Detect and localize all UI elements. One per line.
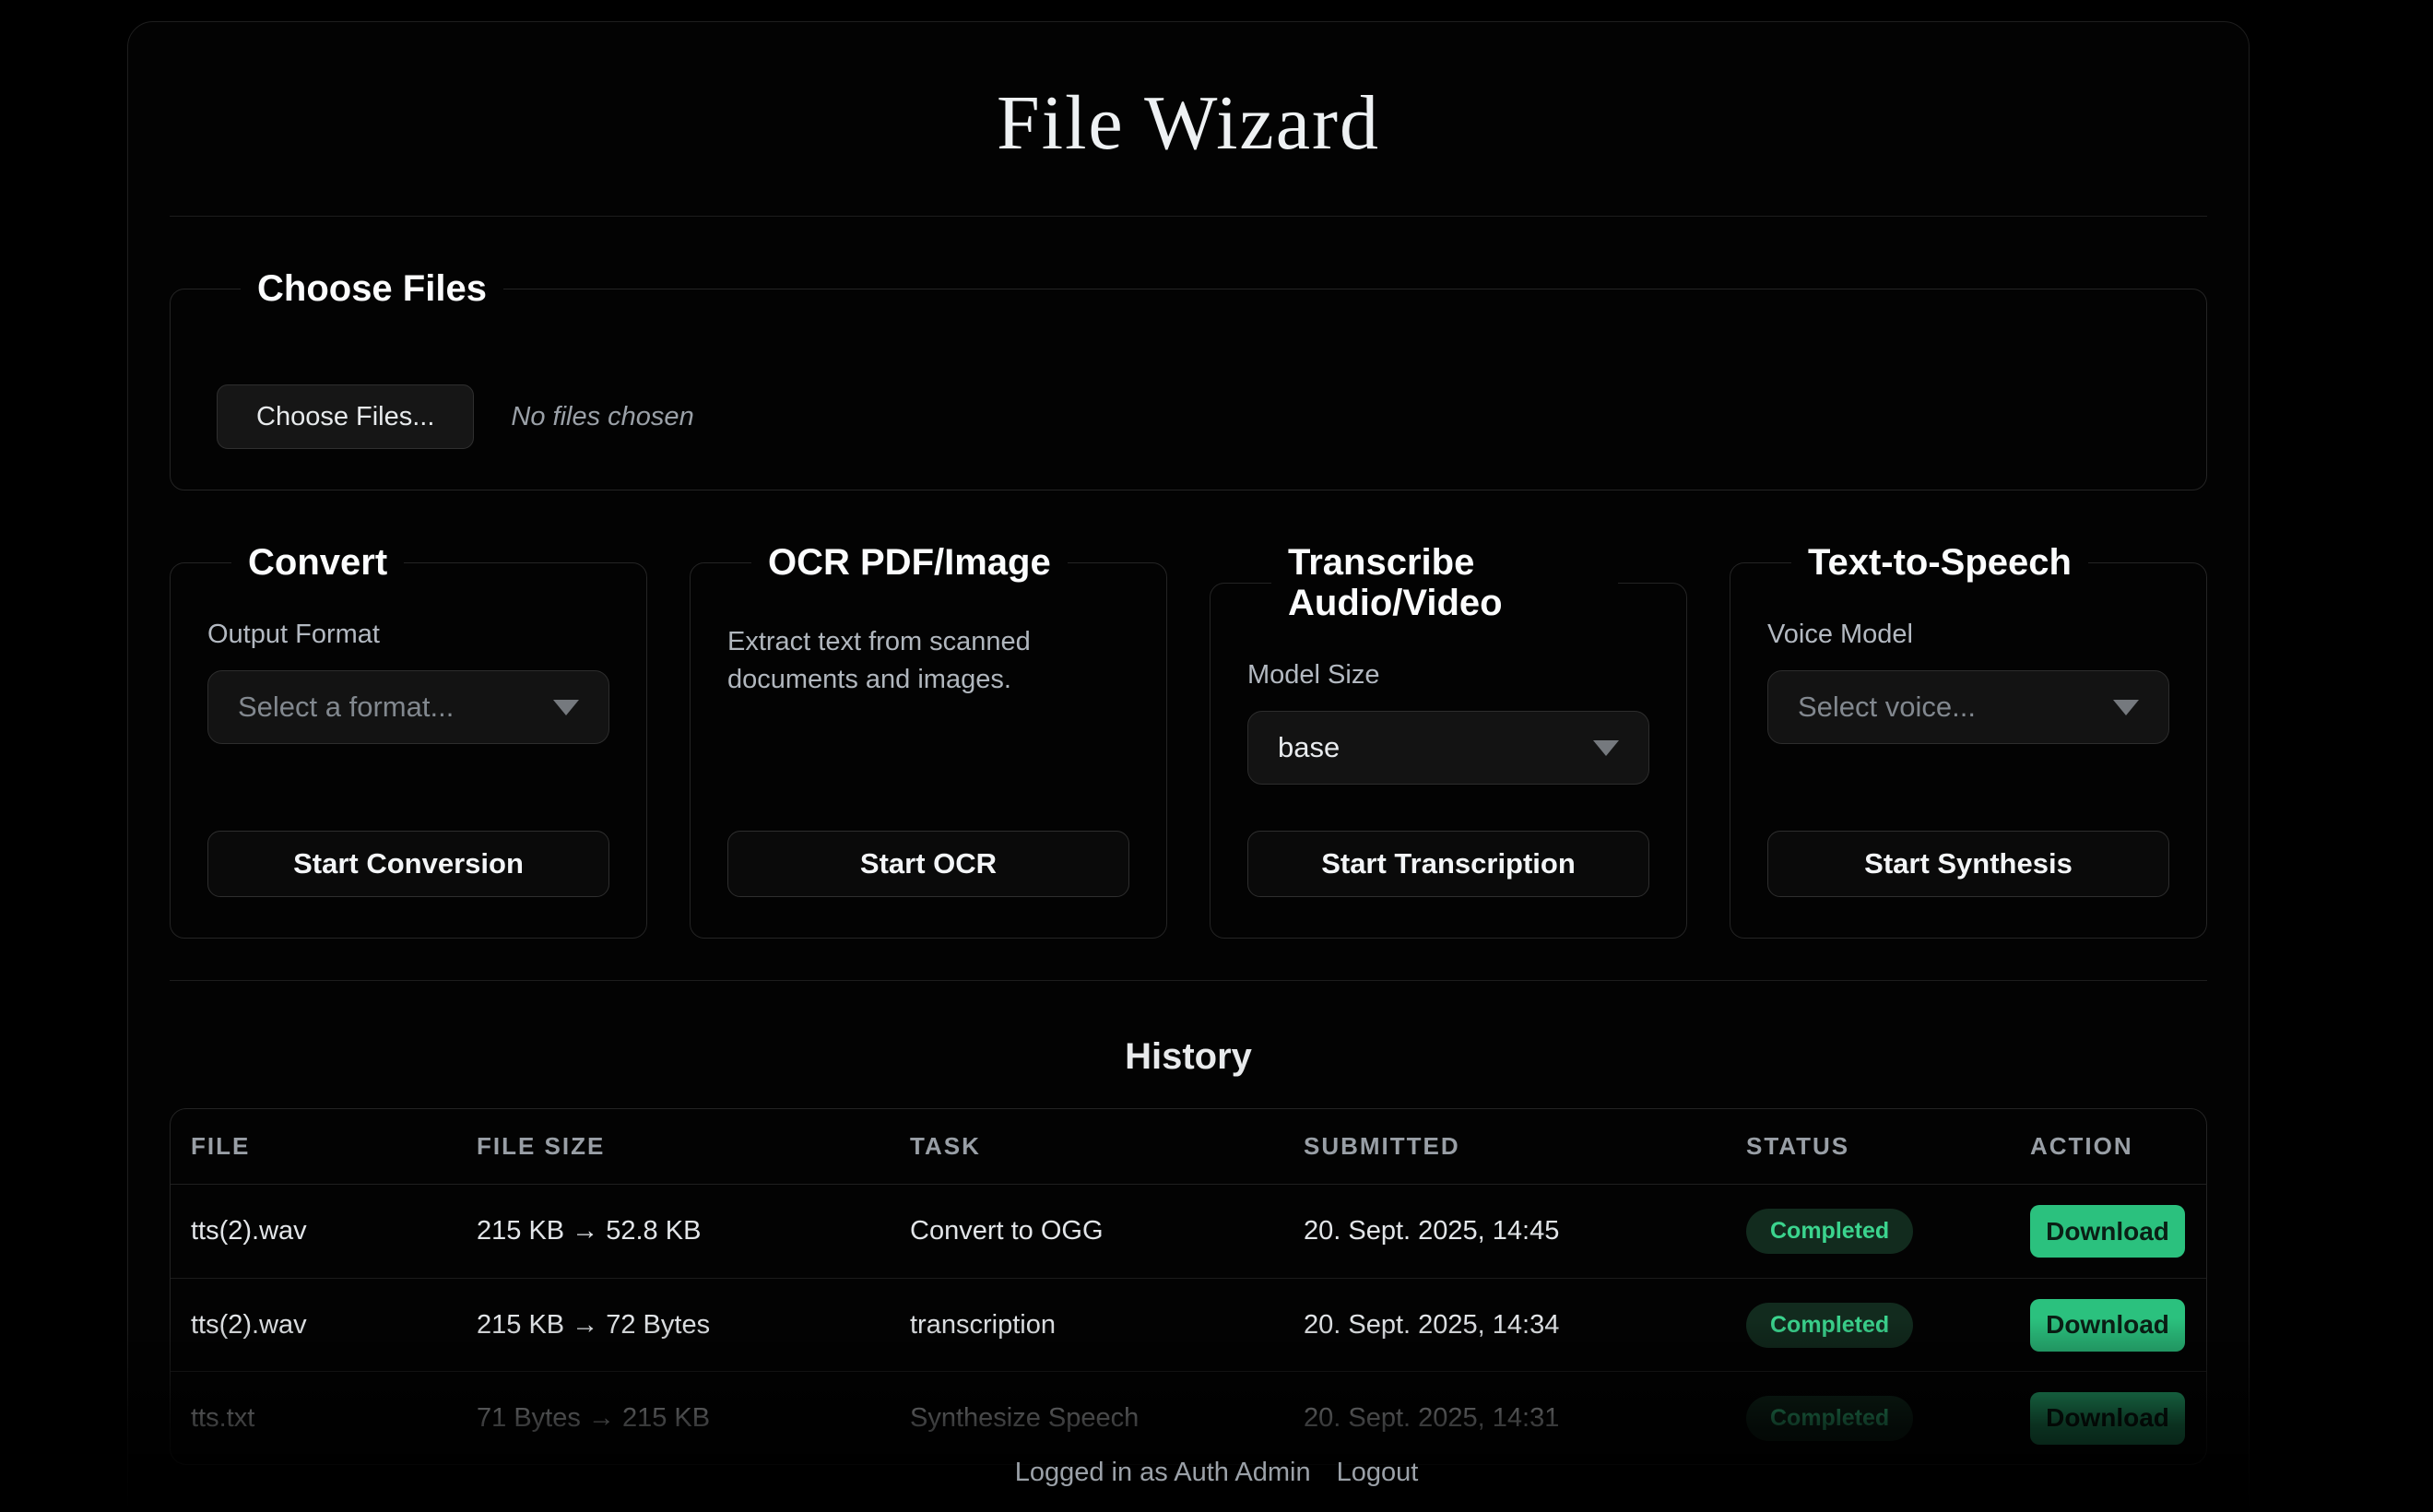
chevron-down-icon [2113, 700, 2139, 715]
submitted-cell: 20. Sept. 2025, 14:45 [1304, 1216, 1746, 1246]
tts-panel: Text-to-Speech Voice Model Select voice.… [1730, 542, 2207, 939]
output-format-select-value: Select a format... [238, 691, 454, 724]
task-cell: Convert to OGG [910, 1216, 1304, 1246]
column-header-file-size: File Size [477, 1132, 910, 1161]
chevron-down-icon [1593, 740, 1619, 756]
status-cell: Completed [1746, 1396, 2030, 1441]
history-title: History [170, 1036, 2207, 1078]
voice-model-label: Voice Model [1767, 620, 2169, 650]
ocr-panel-legend: OCR PDF/Image [751, 542, 1068, 583]
task-cell: Synthesize Speech [910, 1403, 1304, 1434]
download-button[interactable]: Download [2030, 1205, 2185, 1258]
status-badge: Completed [1746, 1396, 1913, 1441]
download-button[interactable]: Download [2030, 1392, 2185, 1445]
voice-model-select-value: Select voice... [1798, 691, 1976, 724]
no-files-chosen-text: No files chosen [511, 402, 693, 432]
choose-files-section: Choose Files Choose Files... No files ch… [170, 268, 2207, 490]
choose-files-button[interactable]: Choose Files... [217, 384, 474, 449]
file-cell: tts(2).wav [191, 1216, 477, 1246]
start-ocr-button[interactable]: Start OCR [727, 831, 1129, 897]
chevron-down-icon [553, 700, 579, 715]
history-table-body: tts(2).wav 215 KB → 52.8 KB Convert to O… [171, 1185, 2206, 1464]
status-cell: Completed [1746, 1303, 2030, 1348]
model-size-label: Model Size [1247, 660, 1649, 691]
file-size-cell: 215 KB → 72 Bytes [477, 1310, 910, 1341]
table-row: tts.txt 71 Bytes → 215 KB Synthesize Spe… [171, 1371, 2206, 1464]
ocr-panel: OCR PDF/Image Extract text from scanned … [690, 542, 1167, 939]
file-cell: tts(2).wav [191, 1310, 477, 1341]
table-row: tts(2).wav 215 KB → 52.8 KB Convert to O… [171, 1185, 2206, 1278]
transcribe-panel-legend: Transcribe Audio/Video [1271, 542, 1618, 623]
status-cell: Completed [1746, 1209, 2030, 1254]
file-size-cell: 71 Bytes → 215 KB [477, 1403, 910, 1434]
model-size-select-value: base [1278, 731, 1340, 764]
file-cell: tts.txt [191, 1403, 477, 1434]
start-synthesis-button[interactable]: Start Synthesis [1767, 831, 2169, 897]
submitted-cell: 20. Sept. 2025, 14:34 [1304, 1310, 1746, 1341]
column-header-submitted: Submitted [1304, 1132, 1746, 1161]
choose-files-row: Choose Files... No files chosen [217, 384, 2166, 449]
convert-panel-legend: Convert [231, 542, 404, 583]
logged-in-text: Logged in as Auth Admin [1015, 1458, 1311, 1488]
status-badge: Completed [1746, 1303, 1913, 1348]
submitted-cell: 20. Sept. 2025, 14:31 [1304, 1403, 1746, 1434]
model-size-select[interactable]: base [1247, 711, 1649, 785]
column-header-status: Status [1746, 1132, 2030, 1161]
footer: Logged in as Auth Admin Logout [0, 1458, 2433, 1488]
history-divider [170, 980, 2207, 981]
action-cell: Download [2030, 1392, 2186, 1445]
main-container: File Wizard Choose Files Choose Files...… [127, 21, 2250, 1512]
convert-panel: Convert Output Format Select a format...… [170, 542, 647, 939]
logout-link[interactable]: Logout [1337, 1458, 1419, 1488]
status-badge: Completed [1746, 1209, 1913, 1254]
choose-files-legend: Choose Files [241, 268, 503, 309]
start-conversion-button[interactable]: Start Conversion [207, 831, 609, 897]
title-divider [170, 216, 2207, 217]
history-table-header: File File Size Task Submitted Status Act… [171, 1109, 2206, 1185]
table-row: tts(2).wav 215 KB → 72 Bytes transcripti… [171, 1278, 2206, 1371]
download-button[interactable]: Download [2030, 1299, 2185, 1352]
file-size-cell: 215 KB → 52.8 KB [477, 1216, 910, 1246]
voice-model-select[interactable]: Select voice... [1767, 670, 2169, 744]
start-transcription-button[interactable]: Start Transcription [1247, 831, 1649, 897]
transcribe-panel: Transcribe Audio/Video Model Size base S… [1210, 542, 1687, 939]
task-cell: transcription [910, 1310, 1304, 1341]
column-header-task: Task [910, 1132, 1304, 1161]
column-header-file: File [191, 1132, 477, 1161]
tool-panels: Convert Output Format Select a format...… [170, 542, 2207, 939]
tts-panel-legend: Text-to-Speech [1791, 542, 2088, 583]
history-table: File File Size Task Submitted Status Act… [170, 1108, 2207, 1465]
action-cell: Download [2030, 1299, 2186, 1352]
page-title: File Wizard [170, 81, 2207, 166]
output-format-select[interactable]: Select a format... [207, 670, 609, 744]
column-header-action: Action [2030, 1132, 2186, 1161]
action-cell: Download [2030, 1205, 2186, 1258]
output-format-label: Output Format [207, 620, 609, 650]
ocr-description: Extract text from scanned documents and … [727, 623, 1041, 699]
